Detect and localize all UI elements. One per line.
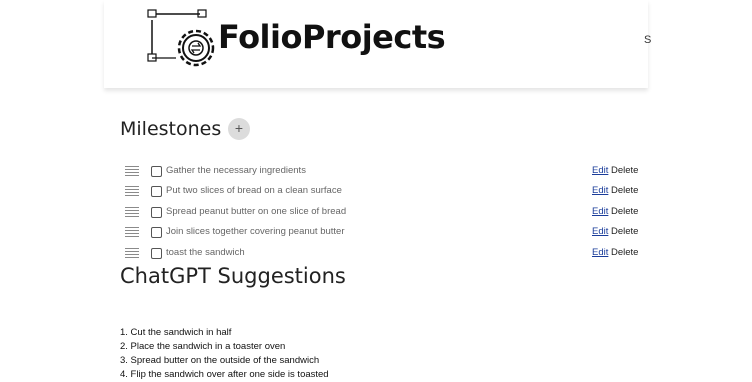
add-milestone-button[interactable]: + xyxy=(228,118,250,140)
milestone-checkbox[interactable] xyxy=(151,186,162,197)
milestone-row: Spread peanut butter on one slice of bre… xyxy=(0,206,752,227)
gear-logo-icon xyxy=(147,9,215,67)
milestone-checkbox[interactable] xyxy=(151,227,162,238)
suggestion-item: 4. Flip the sandwich over after one side… xyxy=(120,369,329,380)
milestone-row: Gather the necessary ingredients Edit De… xyxy=(0,165,752,186)
edit-link[interactable]: Edit xyxy=(592,226,608,237)
milestone-row: Join slices together covering peanut but… xyxy=(0,226,752,247)
milestone-checkbox[interactable] xyxy=(151,166,162,177)
suggestion-list: 1. Cut the sandwich in half 2. Place the… xyxy=(120,326,329,382)
edit-link[interactable]: Edit xyxy=(592,247,608,258)
drag-handle-icon[interactable] xyxy=(125,248,139,261)
delete-button[interactable]: Delete xyxy=(611,247,638,258)
brand-logo-text[interactable]: FolioProjects xyxy=(218,18,446,56)
milestone-text: Put two slices of bread on a clean surfa… xyxy=(166,185,342,196)
drag-handle-icon[interactable] xyxy=(125,166,139,179)
milestone-row: Put two slices of bread on a clean surfa… xyxy=(0,185,752,206)
delete-button[interactable]: Delete xyxy=(611,165,638,176)
drag-handle-icon[interactable] xyxy=(125,227,139,240)
edit-link[interactable]: Edit xyxy=(592,206,608,217)
milestone-checkbox[interactable] xyxy=(151,207,162,218)
milestone-text: Join slices together covering peanut but… xyxy=(166,226,345,237)
edit-link[interactable]: Edit xyxy=(592,185,608,196)
delete-button[interactable]: Delete xyxy=(611,206,638,217)
milestones-heading: Milestones xyxy=(120,118,222,140)
milestone-text: Spread peanut butter on one slice of bre… xyxy=(166,206,347,217)
edit-link[interactable]: Edit xyxy=(592,165,608,176)
delete-button[interactable]: Delete xyxy=(611,226,638,237)
suggestion-item: 1. Cut the sandwich in half xyxy=(120,327,232,338)
drag-handle-icon[interactable] xyxy=(125,186,139,199)
milestone-checkbox[interactable] xyxy=(151,248,162,259)
suggestion-item: 2. Place the sandwich in a toaster oven xyxy=(120,341,286,352)
milestone-text: Gather the necessary ingredients xyxy=(166,165,306,176)
milestone-row: toast the sandwich Edit Delete xyxy=(0,247,752,268)
drag-handle-icon[interactable] xyxy=(125,207,139,220)
suggestion-item: 3. Spread butter on the outside of the s… xyxy=(120,355,320,366)
delete-button[interactable]: Delete xyxy=(611,185,638,196)
chatgpt-suggestions-heading: ChatGPT Suggestions xyxy=(120,264,346,288)
header-nav-partial[interactable]: S xyxy=(644,34,651,46)
milestone-text: toast the sandwich xyxy=(166,247,245,258)
